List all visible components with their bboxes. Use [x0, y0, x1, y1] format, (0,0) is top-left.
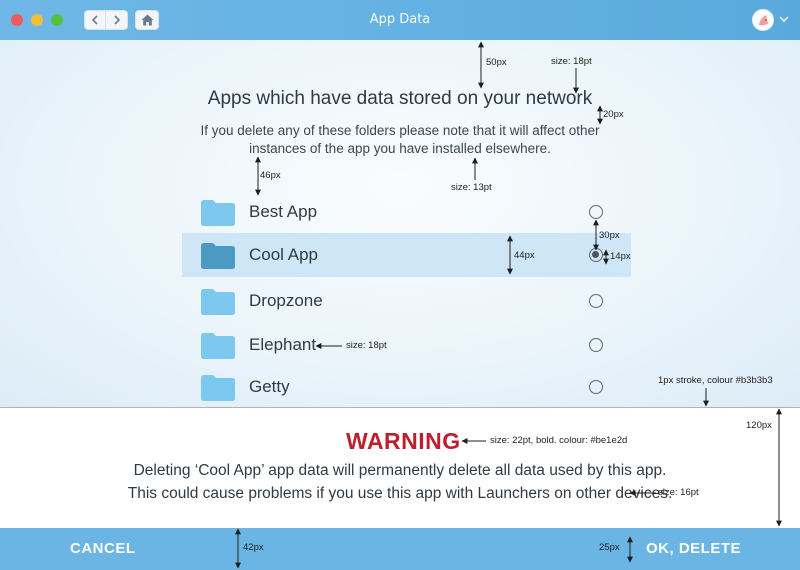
annotation-warning-text-size: size: 16pt: [658, 487, 699, 498]
warning-title: WARNING: [346, 428, 461, 454]
annotation-25px: 25px: [599, 542, 620, 553]
section-divider: [0, 407, 800, 408]
radio-button-selected[interactable]: [589, 248, 603, 262]
list-item[interactable]: Dropzone: [182, 279, 631, 323]
page-heading: Apps which have data stored on your netw…: [207, 88, 593, 109]
folder-icon: [201, 333, 235, 359]
list-item[interactable]: Elephant: [182, 323, 631, 367]
radio-button[interactable]: [589, 380, 603, 394]
app-list-panel: Apps which have data stored on your netw…: [0, 40, 800, 407]
list-item-label: Getty: [249, 377, 290, 396]
annotation-42px: 42px: [243, 542, 264, 553]
annotation-14px: 14px: [610, 251, 631, 262]
annotation-44px: 44px: [514, 250, 535, 261]
folder-icon: [201, 200, 235, 226]
list-item-label: Best App: [249, 202, 318, 221]
window-title: App Data: [369, 12, 431, 27]
list-item-selected[interactable]: Cool App: [182, 233, 631, 277]
list-item[interactable]: Getty: [182, 365, 631, 409]
annotation-warning-spec: size: 22pt, bold. colour: #be1e2d: [490, 435, 628, 446]
title-bar: App Data: [0, 0, 800, 40]
folder-icon: [201, 243, 235, 269]
annotation-heading-size: size: 18pt: [551, 56, 592, 67]
annotation-stroke: 1px stroke, colour #b3b3b3: [658, 375, 773, 386]
annotation-20px: 20px: [603, 109, 624, 120]
cancel-button[interactable]: CANCEL: [70, 528, 136, 570]
list-item-label: Elephant: [249, 335, 317, 354]
radio-button[interactable]: [589, 294, 603, 308]
annotation-30px: 30px: [599, 230, 620, 241]
warning-line-2: This could cause problems if you use thi…: [127, 485, 673, 502]
avatar[interactable]: [752, 9, 774, 31]
annotation-46px: 46px: [260, 170, 281, 181]
ok-delete-button[interactable]: OK, DELETE: [646, 528, 741, 570]
annotation-50px: 50px: [486, 57, 507, 68]
list-item-label: Cool App: [249, 245, 318, 264]
warning-line-1: Deleting ‘Cool App’ app data will perman…: [133, 462, 667, 479]
page-description: If you delete any of these folders pleas…: [200, 123, 600, 156]
folder-icon: [201, 375, 235, 401]
folder-icon: [201, 289, 235, 315]
radio-button[interactable]: [589, 205, 603, 219]
list-item[interactable]: Best App: [182, 190, 631, 234]
annotation-desc-size: size: 13pt: [451, 182, 492, 193]
annotation-row-size: size: 18pt: [346, 340, 387, 351]
annotation-120px: 120px: [746, 420, 772, 431]
list-item-label: Dropzone: [249, 291, 323, 310]
chevron-down-icon[interactable]: [779, 15, 789, 23]
warning-message: Deleting ‘Cool App’ app data will perman…: [80, 459, 720, 505]
action-bar: CANCEL OK, DELETE: [0, 528, 800, 570]
radio-button[interactable]: [589, 338, 603, 352]
